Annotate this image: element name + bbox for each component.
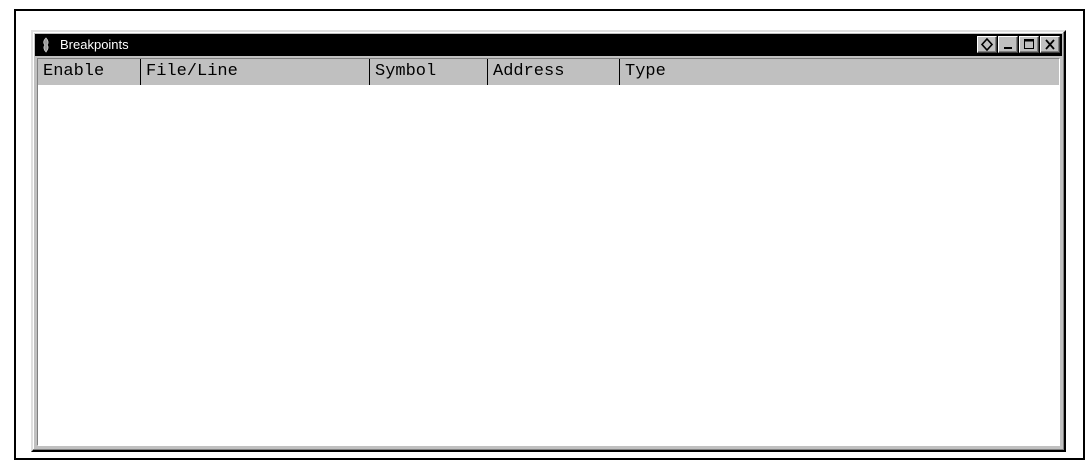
title-bar[interactable]: Breakpoints — [35, 34, 1062, 56]
column-header-type[interactable]: Type — [620, 59, 1059, 85]
column-header-address[interactable]: Address — [488, 59, 620, 85]
pin-button[interactable] — [977, 36, 997, 53]
breakpoints-window[interactable]: Breakpoints Enable File/Line Symbol Addr… — [31, 30, 1066, 452]
column-header-file-line[interactable]: File/Line — [141, 59, 370, 85]
column-header-enable[interactable]: Enable — [38, 59, 141, 85]
window-title: Breakpoints — [60, 37, 129, 52]
list-header: Enable File/Line Symbol Address Type — [38, 59, 1059, 85]
close-button[interactable] — [1040, 36, 1060, 53]
minimize-button[interactable] — [998, 36, 1018, 53]
breakpoint-app-icon — [40, 37, 52, 53]
breakpoints-list[interactable]: Enable File/Line Symbol Address Type — [37, 58, 1060, 446]
close-icon — [1045, 39, 1055, 50]
list-rows-area[interactable] — [38, 85, 1059, 445]
minimize-icon — [1004, 47, 1012, 49]
maximize-icon — [1024, 39, 1034, 49]
document-frame: Breakpoints Enable File/Line Symbol Addr… — [14, 9, 1085, 460]
maximize-button[interactable] — [1019, 36, 1039, 53]
title-buttons — [976, 36, 1060, 54]
diamond-icon — [980, 37, 994, 52]
column-header-symbol[interactable]: Symbol — [370, 59, 488, 85]
